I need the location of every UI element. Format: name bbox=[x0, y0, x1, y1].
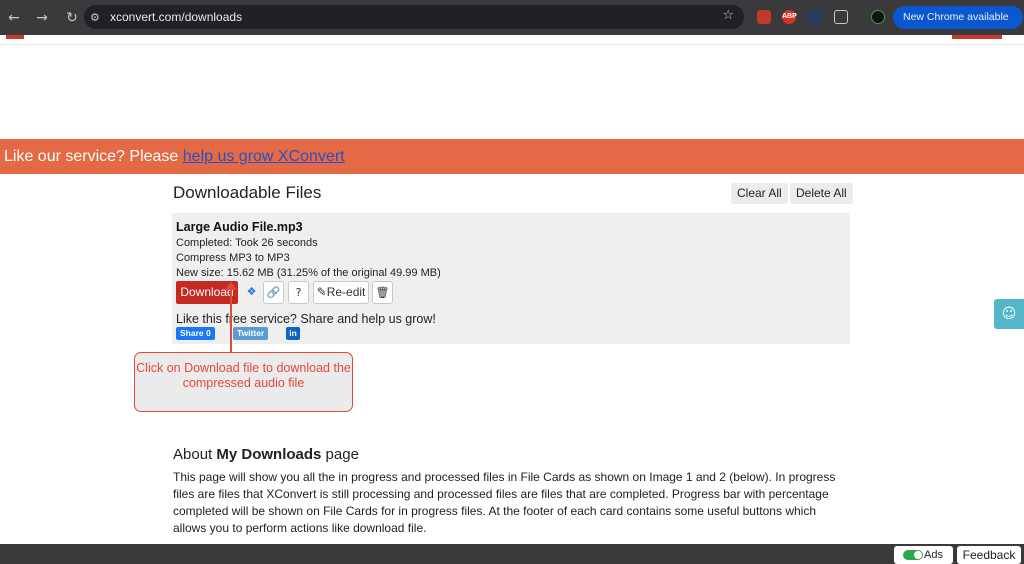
file-status: Completed: Took 26 seconds bbox=[176, 237, 318, 249]
about-heading-prefix: About bbox=[173, 446, 217, 463]
about-paragraph: This page will show you all the in progr… bbox=[173, 470, 836, 535]
extension-abp-icon[interactable]: ABP bbox=[782, 10, 797, 24]
dropbox-icon[interactable]: ❖ bbox=[242, 281, 261, 304]
ads-toggle[interactable]: Ads bbox=[894, 546, 953, 564]
browser-toolbar: ← → ↻ ⚙ xconvert.com/downloads ☆ ABP New… bbox=[0, 0, 1024, 35]
header-accent-left bbox=[6, 35, 24, 39]
annotation-arrow-head bbox=[225, 282, 237, 290]
facebook-share-button[interactable]: Share 0 bbox=[176, 327, 215, 340]
site-settings-icon[interactable]: ⚙ bbox=[90, 11, 108, 24]
delete-all-button[interactable]: Delete All bbox=[790, 183, 853, 204]
banner-help-link[interactable]: help us grow XConvert bbox=[183, 148, 345, 165]
trash-icon[interactable]: 🗑 bbox=[372, 281, 393, 304]
profile-avatar[interactable] bbox=[871, 10, 885, 24]
clear-all-button[interactable]: Clear All bbox=[731, 183, 788, 204]
bottom-bar bbox=[0, 544, 1024, 564]
edit-icon: ✎ bbox=[316, 285, 327, 299]
chat-help-widget[interactable]: ☺ bbox=[994, 299, 1024, 329]
reedit-label: Re-edit bbox=[326, 285, 366, 299]
page-title: Downloadable Files bbox=[173, 183, 322, 202]
linkedin-share-button[interactable]: in bbox=[286, 327, 300, 340]
address-bar[interactable]: ⚙ xconvert.com/downloads ☆ bbox=[84, 5, 744, 29]
site-header-edge bbox=[0, 35, 1024, 45]
annotation-callout: Click on Download file to download the c… bbox=[134, 352, 353, 412]
ads-label: Ads bbox=[924, 549, 943, 561]
reedit-button[interactable]: ✎Re-edit bbox=[313, 281, 369, 304]
reload-icon[interactable]: ↻ bbox=[60, 10, 84, 26]
about-heading-suffix: page bbox=[321, 446, 359, 463]
annotation-arrow bbox=[230, 286, 232, 352]
file-card: Large Audio File.mp3 Completed: Took 26 … bbox=[172, 213, 850, 344]
copy-link-icon[interactable]: 🔗 bbox=[263, 281, 284, 304]
feedback-button[interactable]: Feedback bbox=[957, 546, 1021, 564]
about-heading: About My Downloads page bbox=[173, 446, 359, 463]
twitter-share-button[interactable]: Twitter bbox=[233, 327, 269, 340]
about-heading-bold: My Downloads bbox=[216, 446, 322, 463]
forward-icon[interactable]: → bbox=[30, 10, 54, 26]
file-operation: Compress MP3 to MP3 bbox=[176, 252, 290, 264]
header-accent-right bbox=[952, 35, 1002, 39]
extensions-puzzle-icon[interactable] bbox=[834, 10, 848, 24]
help-icon[interactable]: ? bbox=[288, 281, 309, 304]
share-prompt: Like this free service? Share and help u… bbox=[176, 312, 436, 326]
back-icon[interactable]: ← bbox=[2, 10, 26, 26]
file-new-size: New size: 15.62 MB (31.25% of the origin… bbox=[176, 267, 441, 279]
banner-text: Like our service? Please bbox=[4, 148, 183, 165]
new-chrome-available-button[interactable]: New Chrome available bbox=[893, 6, 1023, 29]
extension-dots-icon[interactable] bbox=[808, 10, 822, 24]
url-text[interactable]: xconvert.com/downloads bbox=[110, 10, 242, 24]
support-banner: Like our service? Please help us grow XC… bbox=[0, 139, 1024, 174]
bookmark-star-icon[interactable]: ☆ bbox=[722, 8, 734, 23]
extension-bookmark-icon[interactable] bbox=[757, 10, 771, 24]
toggle-switch-icon[interactable] bbox=[903, 550, 923, 560]
file-name: Large Audio File.mp3 bbox=[176, 220, 303, 234]
